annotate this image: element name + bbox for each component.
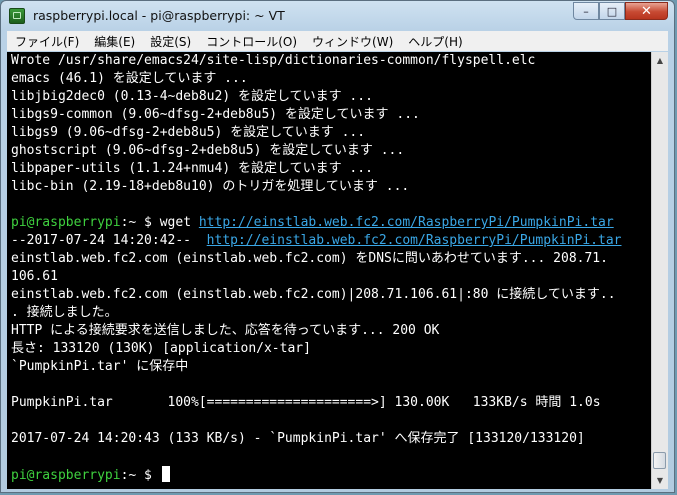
wget-timestamp: --2017-07-24 14:20:42-- bbox=[11, 233, 207, 248]
scrollbar-thumb[interactable] bbox=[653, 452, 666, 469]
prompt-path: :~ $ bbox=[120, 215, 152, 230]
terminal-line: libgs9 (9.06~dfsg-2+deb8u5) を設定しています ... bbox=[11, 125, 366, 140]
terminal-line: . 接続しました。 bbox=[11, 305, 118, 320]
terminal-line: libgs9-common (9.06~dfsg-2+deb8u5) を設定して… bbox=[11, 107, 420, 122]
wget-start-line: --2017-07-24 14:20:42-- http://einstlab.… bbox=[11, 232, 622, 250]
prompt-path-2: :~ $ bbox=[120, 468, 152, 483]
terminal-line: libc-bin (2.19-18+deb8u10) のトリガを処理しています … bbox=[11, 179, 410, 194]
progress-line: PumpkinPi.tar 100%[=====================… bbox=[11, 395, 601, 410]
terminal-line: libjbig2dec0 (0.13-4~deb8u2) を設定しています ..… bbox=[11, 89, 373, 104]
menu-bar: ファイル(F) 編集(E) 設定(S) コントロール(O) ウィンドウ(W) ヘ… bbox=[7, 31, 668, 51]
menu-settings[interactable]: 設定(S) bbox=[142, 33, 198, 50]
terminal-line: 106.61 bbox=[11, 269, 58, 284]
terminal-line: einstlab.web.fc2.com (einstlab.web.fc2.c… bbox=[11, 287, 616, 302]
wget-url-link[interactable]: http://einstlab.web.fc2.com/RaspberryPi/… bbox=[199, 215, 614, 230]
close-button[interactable]: ✕ bbox=[625, 2, 668, 20]
menu-help[interactable]: ヘルプ(H) bbox=[400, 33, 469, 50]
minimize-icon: – bbox=[583, 4, 589, 18]
terminal-screen[interactable]: Wrote /usr/share/emacs24/site-lisp/dicti… bbox=[7, 52, 651, 489]
terminal-line: `PumpkinPi.tar' に保存中 bbox=[11, 359, 189, 374]
vertical-scrollbar[interactable]: ▲ ▼ bbox=[651, 52, 668, 489]
terminal-window: raspberrypi.local - pi@raspberrypi: ~ VT… bbox=[0, 0, 675, 493]
current-prompt-line: pi@raspberrypi:~ $ bbox=[11, 466, 170, 484]
close-icon: ✕ bbox=[641, 3, 652, 19]
terminal-line: emacs (46.1) を設定しています ... bbox=[11, 71, 248, 86]
terminal-line: ghostscript (9.06~dfsg-2+deb8u5) を設定していま… bbox=[11, 143, 405, 158]
prompt-user: pi@raspberrypi bbox=[11, 215, 121, 230]
terminal-line: HTTP による接続要求を送信しました、応答を待っています... 200 OK bbox=[11, 323, 440, 338]
scroll-up-arrow-icon[interactable]: ▲ bbox=[652, 52, 668, 69]
menu-window[interactable]: ウィンドウ(W) bbox=[304, 33, 400, 50]
terminal-line: 長さ: 133120 (130K) [application/x-tar] bbox=[11, 341, 311, 356]
scroll-down-arrow-icon[interactable]: ▼ bbox=[652, 472, 668, 489]
maximize-button[interactable]: □ bbox=[599, 2, 625, 20]
terminal-line: libpaper-utils (1.1.24+nmu4) を設定しています ..… bbox=[11, 161, 373, 176]
text-cursor bbox=[161, 466, 170, 482]
menu-file[interactable]: ファイル(F) bbox=[7, 33, 86, 50]
prompt-user-2: pi@raspberrypi bbox=[11, 468, 121, 483]
terminal-line: Wrote /usr/share/emacs24/site-lisp/dicti… bbox=[11, 53, 536, 68]
maximize-icon: □ bbox=[606, 4, 618, 18]
terminal-line: einstlab.web.fc2.com (einstlab.web.fc2.c… bbox=[11, 251, 608, 266]
window-title: raspberrypi.local - pi@raspberrypi: ~ VT bbox=[33, 8, 285, 23]
title-bar[interactable]: raspberrypi.local - pi@raspberrypi: ~ VT… bbox=[1, 1, 674, 31]
menu-edit[interactable]: 編集(E) bbox=[86, 33, 142, 50]
minimize-button[interactable]: – bbox=[573, 2, 599, 20]
menu-control[interactable]: コントロール(O) bbox=[198, 33, 304, 50]
terminal-app-icon[interactable] bbox=[9, 8, 25, 24]
command-text: wget bbox=[159, 215, 199, 230]
window-controls: – □ ✕ bbox=[573, 2, 668, 21]
prompt-line: pi@raspberrypi:~ $ wget http://einstlab.… bbox=[11, 214, 614, 232]
terminal-line: 2017-07-24 14:20:43 (133 KB/s) - `Pumpki… bbox=[11, 431, 585, 446]
wget-url-link-2[interactable]: http://einstlab.web.fc2.com/RaspberryPi/… bbox=[207, 233, 622, 248]
